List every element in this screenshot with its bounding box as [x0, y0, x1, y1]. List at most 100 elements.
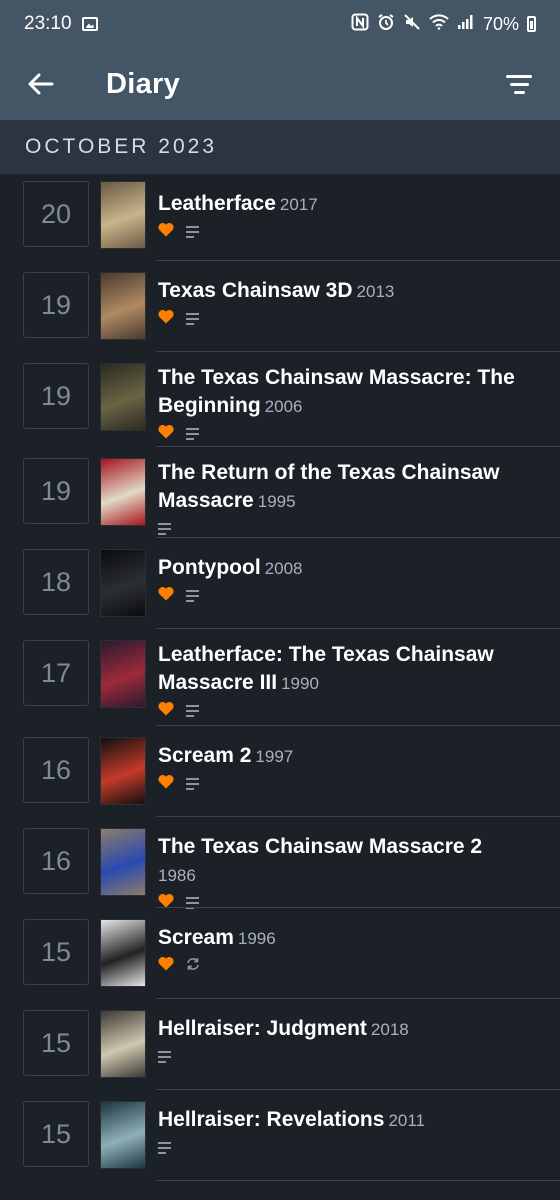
film-title-line: The Texas Chainsaw Massacre: The Beginni…	[158, 364, 542, 421]
diary-entry[interactable]: 18 Pontypool 2008	[0, 538, 560, 629]
day-number: 19	[23, 363, 89, 429]
app-bar: Diary	[0, 48, 560, 120]
entry-icons	[158, 957, 542, 975]
entry-info: Leatherface: The Texas Chainsaw Massacre…	[158, 641, 542, 720]
day-number: 19	[23, 272, 89, 338]
day-number: 15	[23, 919, 89, 985]
film-title: The Return of the Texas Chainsaw Massacr…	[158, 461, 500, 512]
review-icon	[186, 778, 199, 790]
film-year: 1995	[257, 492, 296, 511]
day-number: 19	[23, 458, 89, 524]
film-year: 2011	[388, 1111, 425, 1130]
diary-entry[interactable]: 15 Hellraiser: Revelations 2011	[0, 1090, 560, 1181]
film-year: 1997	[255, 747, 294, 766]
film-title-line: Texas Chainsaw 3D 2013	[158, 277, 542, 306]
battery-icon	[527, 16, 536, 32]
status-bar: 23:10 70%	[0, 0, 560, 48]
entry-icons	[158, 1139, 542, 1157]
heart-icon	[158, 424, 174, 444]
day-number: 17	[23, 640, 89, 706]
filter-icon[interactable]	[504, 69, 534, 99]
day-number: 15	[23, 1101, 89, 1167]
entry-info: The Texas Chainsaw Massacre: The Beginni…	[158, 364, 542, 443]
poster-image	[101, 641, 145, 707]
film-title: Leatherface	[158, 192, 276, 215]
movie-poster[interactable]	[100, 458, 146, 526]
diary-entry[interactable]: 19 The Texas Chainsaw Massacre: The Begin…	[0, 352, 560, 447]
film-year: 1990	[281, 674, 319, 693]
diary-entry[interactable]: 16 The Texas Chainsaw Massacre 2 1986	[0, 817, 560, 909]
movie-poster[interactable]	[100, 919, 146, 987]
poster-image	[101, 273, 145, 339]
entry-icons	[158, 587, 542, 605]
poster-image	[101, 1102, 145, 1168]
film-title-line: Leatherface 2017	[158, 190, 542, 219]
review-icon	[158, 523, 171, 535]
diary-entry[interactable]: 19 Texas Chainsaw 3D 2013	[0, 261, 560, 352]
diary-entry[interactable]: 15 Hellraiser: Judgment 2018	[0, 999, 560, 1090]
back-arrow-icon[interactable]	[26, 69, 56, 99]
film-title-line: Hellraiser: Judgment 2018	[158, 1015, 542, 1044]
signal-icon	[457, 14, 475, 35]
film-title: The Texas Chainsaw Massacre 2	[158, 835, 483, 858]
film-year: 2013	[356, 282, 395, 301]
film-title: The Texas Chainsaw Massacre: The Beginni…	[158, 366, 515, 417]
diary-entry[interactable]: 20 Leatherface 2017	[0, 174, 560, 261]
film-title: Hellraiser: Revelations	[158, 1108, 385, 1131]
entry-info: Hellraiser: Judgment 2018	[158, 1015, 542, 1066]
movie-poster[interactable]	[100, 363, 146, 431]
movie-poster[interactable]	[100, 640, 146, 708]
entry-icons	[158, 1048, 542, 1066]
film-title-line: The Texas Chainsaw Massacre 2 1986	[158, 833, 542, 890]
entry-info: Texas Chainsaw 3D 2013	[158, 277, 542, 328]
film-title: Texas Chainsaw 3D	[158, 279, 353, 302]
diary-entry[interactable]: 19 The Return of the Texas Chainsaw Massa…	[0, 447, 560, 538]
review-icon	[186, 705, 199, 717]
day-number: 20	[23, 181, 89, 247]
film-title: Scream 2	[158, 744, 252, 767]
film-year: 2008	[264, 559, 303, 578]
review-icon	[186, 313, 199, 325]
diary-entry[interactable]: 16 Scream 2 1997	[0, 726, 560, 817]
day-number: 18	[23, 549, 89, 615]
heart-icon	[158, 309, 174, 329]
film-title: Scream	[158, 926, 234, 949]
poster-image	[101, 550, 145, 616]
heart-icon	[158, 586, 174, 606]
review-icon	[186, 590, 199, 602]
entry-info: Hellraiser: Revelations 2011	[158, 1106, 542, 1157]
movie-poster[interactable]	[100, 1101, 146, 1169]
film-title-line: The Return of the Texas Chainsaw Massacr…	[158, 459, 542, 516]
movie-poster[interactable]	[100, 828, 146, 896]
diary-entry[interactable]: 17 Leatherface: The Texas Chainsaw Massac…	[0, 629, 560, 726]
entry-info: Scream 2 1997	[158, 742, 542, 793]
movie-poster[interactable]	[100, 549, 146, 617]
entry-info: The Texas Chainsaw Massacre 2 1986	[158, 833, 542, 912]
entry-icons	[158, 520, 542, 538]
entry-icons	[158, 775, 542, 793]
review-icon	[186, 428, 199, 440]
entry-info: Leatherface 2017	[158, 190, 542, 241]
movie-poster[interactable]	[100, 1010, 146, 1078]
movie-poster[interactable]	[100, 737, 146, 805]
diary-entry[interactable]: 15 Scream 1996	[0, 908, 560, 999]
film-title-line: Pontypool 2008	[158, 554, 542, 583]
entry-info: Scream 1996	[158, 924, 542, 975]
alarm-icon	[377, 13, 395, 36]
film-title-line: Hellraiser: Revelations 2011	[158, 1106, 542, 1135]
heart-icon	[158, 774, 174, 794]
poster-image	[101, 459, 145, 525]
film-year: 2017	[279, 195, 318, 214]
diary-list: 20 Leatherface 2017 19 Texas Chainsaw 3D 2013…	[0, 174, 560, 1181]
review-icon	[186, 226, 199, 238]
status-icons: 70%	[351, 13, 536, 36]
poster-image	[101, 829, 145, 895]
entry-icons	[158, 310, 542, 328]
status-time: 23:10	[24, 13, 72, 34]
movie-poster[interactable]	[100, 181, 146, 249]
day-number: 16	[23, 828, 89, 894]
poster-image	[101, 1011, 145, 1077]
film-year: 2018	[370, 1020, 409, 1039]
movie-poster[interactable]	[100, 272, 146, 340]
review-icon	[158, 1051, 171, 1063]
